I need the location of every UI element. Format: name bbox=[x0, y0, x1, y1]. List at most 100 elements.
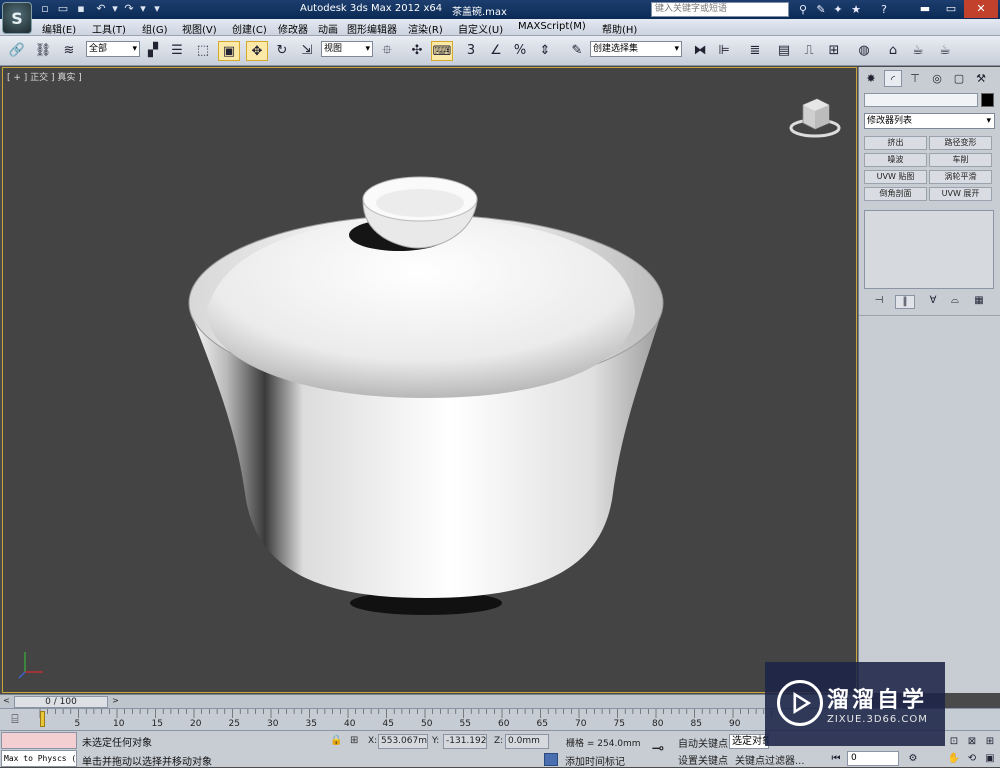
named-selection-sets-dropdown[interactable]: 创建选择集 bbox=[590, 41, 682, 57]
menu-animation[interactable]: 动画 bbox=[318, 21, 338, 36]
remove-modifier-icon[interactable]: ⌓ bbox=[945, 295, 965, 309]
render-production-icon[interactable]: ☕ bbox=[934, 41, 956, 61]
orbit-icon[interactable]: ⟲ bbox=[964, 751, 980, 766]
rendered-frame-window-icon[interactable]: ☕ bbox=[907, 41, 929, 61]
menu-help[interactable]: 帮助(H) bbox=[602, 21, 637, 36]
display-tab-icon[interactable]: ▢ bbox=[950, 70, 968, 87]
menu-tools[interactable]: 工具(T) bbox=[92, 21, 126, 36]
set-key-button[interactable]: 设置关键点 bbox=[678, 752, 728, 767]
open-mini-curve-editor-icon[interactable]: ⌸ bbox=[6, 712, 24, 728]
pan-view-icon[interactable]: ✋ bbox=[946, 751, 962, 766]
menu-graph-editors[interactable]: 图形编辑器 bbox=[347, 21, 397, 36]
menu-modifiers[interactable]: 修改器 bbox=[278, 21, 308, 36]
modifier-lathe-button[interactable]: 车削 bbox=[929, 153, 992, 167]
time-slider-prev-button[interactable]: < bbox=[1, 696, 12, 708]
select-and-rotate-icon[interactable]: ↻ bbox=[271, 41, 293, 61]
menu-create[interactable]: 创建(C) bbox=[232, 21, 267, 36]
modifier-path-deform-button[interactable]: 路径变形 bbox=[929, 136, 992, 150]
material-editor-icon[interactable]: ◍ bbox=[853, 41, 875, 61]
modifier-uvw-map-button[interactable]: UVW 贴图 bbox=[864, 170, 927, 184]
modifier-stack-view[interactable] bbox=[864, 210, 994, 289]
render-setup-icon[interactable]: ⌂ bbox=[882, 41, 904, 61]
unlink-selection-icon[interactable]: ⛓ bbox=[32, 41, 54, 61]
menu-maxscript[interactable]: MAXScript(M) bbox=[518, 21, 586, 32]
snaps-toggle-icon[interactable]: 3 bbox=[460, 41, 482, 61]
x-coordinate-field[interactable]: 553.067mm bbox=[378, 734, 428, 749]
hierarchy-tab-icon[interactable]: ⊤ bbox=[906, 70, 924, 87]
configure-modifier-sets-icon[interactable]: ▦ bbox=[969, 295, 989, 309]
key-filters-button[interactable]: 关键点过滤器... bbox=[735, 752, 805, 767]
perspective-viewport[interactable]: [ + ] 正交 ] 真实 ] bbox=[2, 67, 857, 693]
menu-views[interactable]: 视图(V) bbox=[182, 21, 217, 36]
edit-named-selection-icon[interactable]: ✎ bbox=[566, 41, 588, 61]
zoom-extents-all-icon[interactable]: ⊠ bbox=[964, 734, 980, 749]
modifier-unwrap-uvw-button[interactable]: UVW 展开 bbox=[929, 187, 992, 201]
selection-filter-dropdown[interactable]: 全部 bbox=[86, 41, 140, 57]
angle-snap-icon[interactable]: ∠ bbox=[485, 41, 507, 61]
select-and-link-icon[interactable]: 🔗 bbox=[6, 41, 28, 61]
time-slider-knob[interactable]: 0 / 100 bbox=[14, 696, 108, 708]
z-coordinate-field[interactable]: 0.0mm bbox=[505, 734, 549, 749]
modifier-extrude-button[interactable]: 挤出 bbox=[864, 136, 927, 150]
binoculars-search-icon[interactable]: ⚲ bbox=[795, 2, 811, 17]
communication-center-icon[interactable]: ✦ bbox=[830, 2, 846, 17]
time-slider-next-button[interactable]: > bbox=[110, 696, 121, 708]
modifier-list-dropdown[interactable]: 修改器列表 bbox=[864, 113, 995, 129]
percent-snap-icon[interactable]: % bbox=[509, 41, 531, 61]
add-time-tag-icon[interactable] bbox=[544, 753, 558, 766]
close-button[interactable]: ✕ bbox=[964, 0, 998, 18]
maxscript-output[interactable]: Max to Physcs ( bbox=[1, 750, 77, 767]
select-by-name-icon[interactable]: ☰ bbox=[166, 41, 188, 61]
schematic-view-icon[interactable]: ⊞ bbox=[823, 41, 845, 61]
select-and-scale-icon[interactable]: ⇲ bbox=[296, 41, 318, 61]
zoom-extents-icon[interactable]: ⊡ bbox=[946, 734, 962, 749]
utilities-tab-icon[interactable]: ⚒ bbox=[972, 70, 990, 87]
time-slider[interactable]: < 0 / 100 > bbox=[0, 694, 857, 708]
make-unique-icon[interactable]: ∀ bbox=[923, 295, 943, 309]
add-time-tag[interactable]: 添加时间标记 bbox=[565, 753, 625, 768]
pin-stack-icon[interactable]: ⊣ bbox=[869, 295, 889, 309]
select-and-manipulate-icon[interactable]: ✣ bbox=[406, 41, 428, 61]
viewport-label[interactable]: [ + ] 正交 ] 真实 ] bbox=[7, 70, 82, 83]
set-keys-key-icon[interactable]: ⊸ bbox=[646, 739, 670, 757]
motion-tab-icon[interactable]: ◎ bbox=[928, 70, 946, 87]
selection-set-dropdown[interactable]: 选定对象 bbox=[729, 734, 769, 749]
pivot-center-icon[interactable]: ⯐ bbox=[376, 41, 398, 61]
favorites-star-icon[interactable]: ★ bbox=[848, 2, 864, 17]
covered-tea-bowl-model[interactable] bbox=[183, 173, 673, 628]
maxscript-listener-input[interactable] bbox=[1, 732, 77, 749]
current-frame-field[interactable]: 0 bbox=[847, 751, 899, 766]
time-config-icon[interactable]: ⚙ bbox=[905, 751, 921, 766]
mirror-icon[interactable]: ⧓ bbox=[689, 41, 711, 61]
modifier-bevel-profile-button[interactable]: 倒角剖面 bbox=[864, 187, 927, 201]
menu-rendering[interactable]: 渲染(R) bbox=[408, 21, 443, 36]
save-icon[interactable]: ▪ bbox=[74, 2, 88, 16]
window-crossing-icon[interactable]: ▣ bbox=[218, 41, 240, 61]
maximize-button[interactable]: ▭ bbox=[938, 0, 964, 18]
curve-editor-icon[interactable]: ⎍ bbox=[798, 41, 820, 61]
modifier-noise-button[interactable]: 噪波 bbox=[864, 153, 927, 167]
maximize-viewport-icon[interactable]: ⊞ bbox=[982, 734, 998, 749]
undo-dropdown-icon[interactable]: ▾ bbox=[108, 2, 122, 16]
menu-customize[interactable]: 自定义(U) bbox=[458, 21, 503, 36]
viewcube-icon[interactable] bbox=[785, 93, 845, 139]
go-to-start-icon[interactable]: ⏮ bbox=[828, 751, 844, 766]
keyboard-shortcut-override-icon[interactable]: ⌨ bbox=[431, 41, 453, 61]
application-menu-icon[interactable]: S bbox=[2, 2, 32, 34]
open-file-icon[interactable]: ▭ bbox=[56, 2, 70, 16]
redo-dropdown-icon[interactable]: ▾ bbox=[136, 2, 150, 16]
redo-icon[interactable]: ↷ bbox=[122, 2, 136, 16]
selection-lock-icon[interactable]: 🔒 bbox=[330, 735, 342, 746]
select-object-icon[interactable]: ▞ bbox=[142, 41, 164, 61]
auto-key-button[interactable]: 自动关键点 bbox=[678, 735, 728, 750]
create-tab-icon[interactable]: ✸ bbox=[862, 70, 880, 87]
layer-manager-icon[interactable]: ≣ bbox=[744, 41, 766, 61]
graphite-ribbon-icon[interactable]: ▤ bbox=[773, 41, 795, 61]
current-frame-marker[interactable] bbox=[40, 711, 45, 727]
align-icon[interactable]: ⊫ bbox=[713, 41, 735, 61]
field-of-view-icon[interactable]: ▣ bbox=[982, 751, 998, 766]
y-coordinate-field[interactable]: -131.192m bbox=[443, 734, 487, 749]
absolute-mode-icon[interactable]: ⊞ bbox=[350, 735, 358, 746]
show-end-result-icon[interactable]: ‖ bbox=[895, 295, 915, 309]
help-icon[interactable]: ? bbox=[876, 2, 892, 17]
